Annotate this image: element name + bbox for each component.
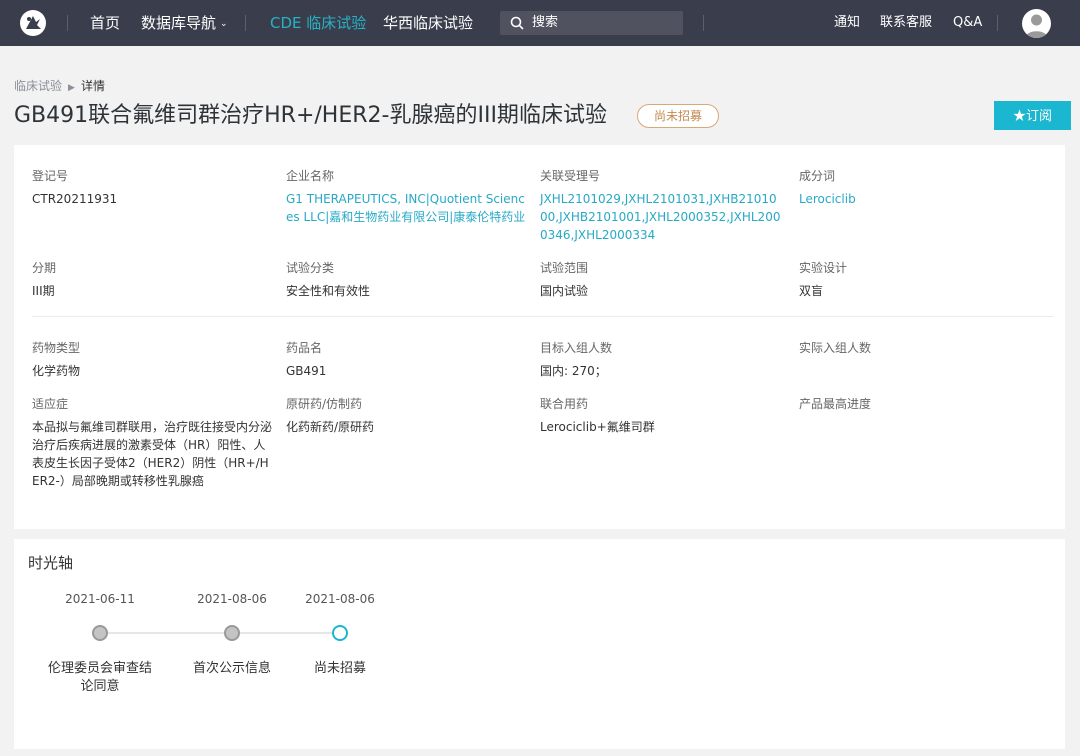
field-value: 化学药物: [32, 364, 81, 378]
field-actual-enrollment: 实际入组人数: [799, 340, 1041, 362]
company-link[interactable]: G1 THERAPEUTICS, INC|Quotient Sciences L…: [286, 190, 528, 226]
field-value: 化药新药/原研药: [286, 420, 375, 434]
field-value: 本品拟与氟维司群联用，治疗既往接受内分泌治疗后疾病进展的激素受体（HR）阳性、人…: [32, 420, 273, 488]
field-label: 实验设计: [799, 261, 848, 275]
timeline-card: 时光轴 2021-06-11 伦理委员会审查结论同意 2021-08-06 首次…: [14, 539, 1065, 749]
breadcrumb-separator-icon: ▶: [68, 83, 75, 93]
search-input[interactable]: 搜索: [500, 11, 683, 35]
bird-logo-icon[interactable]: [20, 10, 46, 36]
acceptance-no-link[interactable]: JXHL2101029,JXHL2101031,JXHB2101000,JXHB…: [540, 190, 782, 244]
page-title: GB491联合氟维司群治疗HR+/HER2-乳腺癌的III期临床试验: [14, 103, 607, 128]
field-value: 国内: 270；: [540, 364, 607, 378]
field-value: 双盲: [799, 284, 824, 298]
breadcrumb-item-detail: 详情: [80, 79, 105, 93]
field-trial-category: 试验分类 安全性和有效性: [286, 260, 528, 300]
timeline-dot-current: [332, 625, 348, 641]
field-target-enrollment: 目标入组人数 国内: 270；: [540, 340, 782, 380]
field-ingredient: 成分词 Lerociclib: [799, 168, 1041, 208]
timeline-date: 2021-06-11: [65, 592, 135, 606]
field-value: III期: [32, 284, 55, 298]
breadcrumb-item-trials[interactable]: 临床试验: [14, 79, 62, 93]
field-label: 原研药/仿制药: [286, 397, 363, 411]
field-drug-type: 药物类型 化学药物: [32, 340, 274, 380]
field-trial-scope: 试验范围 国内试验: [540, 260, 782, 300]
subscribe-button[interactable]: ★订阅: [994, 101, 1071, 130]
field-combination: 联合用药 Lerociclib+氟维司群: [540, 396, 782, 436]
timeline-date: 2021-08-06: [197, 592, 267, 606]
field-drug-name: 药品名 GB491: [286, 340, 528, 380]
section-divider: [32, 316, 1054, 317]
nav-divider: [245, 15, 246, 31]
search-placeholder: 搜索: [532, 15, 559, 30]
breadcrumb: 临床试验 ▶ 详情: [14, 78, 105, 96]
top-nav: 首页 数据库导航 ⌄ CDE 临床试验 华西临床试验 搜索 通知 联系客服 Q&A: [0, 0, 1080, 46]
nav-link-cde-trials[interactable]: CDE 临床试验: [270, 13, 366, 33]
timeline-dot: [224, 625, 240, 641]
timeline-event-label: 尚未招募: [313, 661, 366, 676]
search-icon: [510, 16, 524, 30]
timeline-event-label: 伦理委员会审查结论同意: [47, 661, 152, 694]
field-value: Lerociclib+氟维司群: [540, 420, 655, 434]
field-registration-no: 登记号 CTR20211931: [32, 168, 274, 208]
field-design: 实验设计 双盲: [799, 260, 1041, 300]
nav-divider: [997, 15, 998, 31]
field-label: 关联受理号: [540, 169, 601, 183]
field-originator-generic: 原研药/仿制药 化药新药/原研药: [286, 396, 528, 436]
nav-link-qa[interactable]: Q&A: [953, 14, 982, 32]
field-highest-progress: 产品最高进度: [799, 396, 1041, 418]
field-company: 企业名称 G1 THERAPEUTICS, INC|Quotient Scien…: [286, 168, 528, 226]
nav-link-database[interactable]: 数据库导航 ⌄: [141, 13, 228, 36]
timeline-track: [100, 632, 340, 634]
field-label: 实际入组人数: [799, 341, 872, 355]
field-phase: 分期 III期: [32, 260, 274, 300]
field-value: CTR20211931: [32, 192, 118, 206]
timeline-event-label: 首次公示信息: [192, 661, 271, 676]
nav-divider: [67, 15, 68, 31]
field-indication: 适应症 本品拟与氟维司群联用，治疗既往接受内分泌治疗后疾病进展的激素受体（HR）…: [32, 396, 274, 490]
nav-link-huaxi-trials[interactable]: 华西临床试验: [383, 13, 473, 33]
field-label: 联合用药: [540, 397, 589, 411]
field-label: 药物类型: [32, 341, 81, 355]
field-value: GB491: [286, 364, 327, 378]
nav-link-home[interactable]: 首页: [90, 13, 120, 33]
chevron-down-icon: ⌄: [220, 19, 228, 29]
field-label: 目标入组人数: [540, 341, 613, 355]
timeline-date: 2021-08-06: [305, 592, 375, 606]
field-value: 安全性和有效性: [286, 284, 371, 298]
ingredient-link[interactable]: Lerociclib: [799, 190, 1041, 208]
nav-divider: [703, 15, 704, 31]
field-label: 适应症: [32, 397, 69, 411]
nav-link-support[interactable]: 联系客服: [880, 14, 932, 32]
field-label: 产品最高进度: [799, 397, 872, 411]
status-badge: 尚未招募: [637, 104, 720, 128]
field-label: 试验分类: [286, 261, 335, 275]
field-label: 企业名称: [286, 169, 335, 183]
field-label: 成分词: [799, 169, 836, 183]
user-icon: [1025, 14, 1048, 38]
field-label: 试验范围: [540, 261, 589, 275]
field-label: 药品名: [286, 341, 323, 355]
field-value: 国内试验: [540, 284, 589, 298]
field-label: 分期: [32, 261, 57, 275]
avatar[interactable]: [1022, 9, 1051, 38]
nav-link-database-label: 数据库导航: [141, 14, 217, 32]
timeline-title: 时光轴: [28, 554, 74, 572]
field-acceptance-no: 关联受理号 JXHL2101029,JXHL2101031,JXHB210100…: [540, 168, 782, 244]
timeline-dot: [92, 625, 108, 641]
trial-info-card: 登记号 CTR20211931 企业名称 G1 THERAPEUTICS, IN…: [14, 145, 1065, 529]
nav-link-notifications[interactable]: 通知: [834, 14, 860, 32]
field-label: 登记号: [32, 169, 69, 183]
